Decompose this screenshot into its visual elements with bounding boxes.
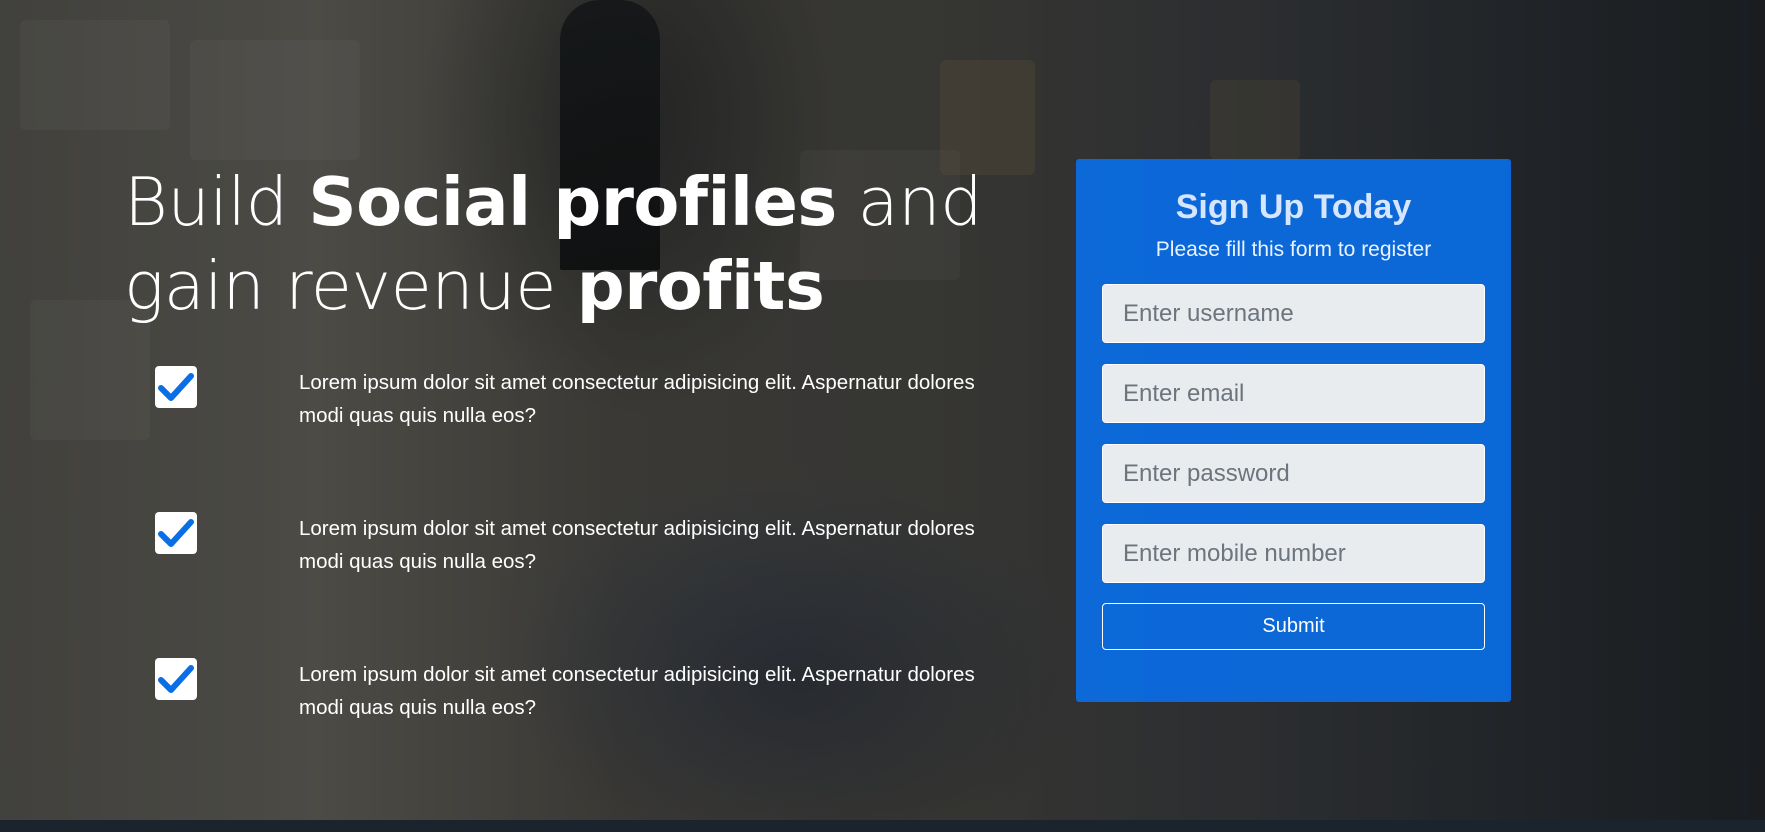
check-icon (158, 373, 194, 401)
feature-text: Lorem ipsum dolor sit amet consectetur a… (299, 663, 975, 719)
check-icon (158, 519, 194, 547)
feature-item-2: Lorem ipsum dolor sit amet consectetur a… (155, 512, 1015, 578)
checkbox-icon (155, 366, 197, 408)
checkbox-icon (155, 512, 197, 554)
mobile-number-input[interactable] (1102, 524, 1485, 583)
submit-button[interactable]: Submit (1102, 603, 1485, 650)
signup-title: Sign Up Today (1175, 188, 1412, 226)
headline-part-2: Social profiles (308, 163, 837, 241)
check-icon (158, 665, 194, 693)
signup-subtitle: Please fill this form to register (1155, 238, 1432, 261)
headline-part-4: profits (576, 247, 825, 325)
checkbox-icon (155, 658, 197, 700)
hero-headline: Build Social profiles and gain revenue p… (124, 160, 1004, 328)
password-input[interactable] (1102, 444, 1485, 503)
feature-item-3: Lorem ipsum dolor sit amet consectetur a… (155, 658, 1015, 724)
feature-text: Lorem ipsum dolor sit amet consectetur a… (299, 371, 975, 427)
feature-text: Lorem ipsum dolor sit amet consectetur a… (299, 517, 975, 573)
email-input[interactable] (1102, 364, 1485, 423)
headline-part-1: Build (124, 163, 309, 241)
feature-item-1: Lorem ipsum dolor sit amet consectetur a… (155, 366, 1015, 432)
username-input[interactable] (1102, 284, 1485, 343)
signup-form: Sign Up Today Please fill this form to r… (1076, 159, 1511, 702)
background-bottom-strip (0, 820, 1765, 832)
